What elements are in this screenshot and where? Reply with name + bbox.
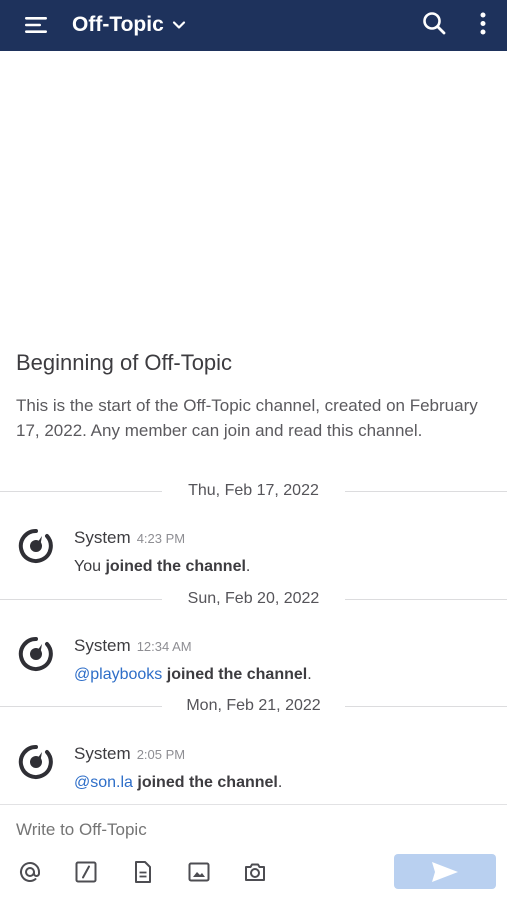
- author-name: System: [74, 744, 131, 763]
- post-item: System 2:05 PM @son.la joined the channel…: [0, 744, 507, 804]
- at-mention-icon[interactable]: [18, 860, 42, 884]
- post-item: System 4:23 PM You joined the channel.: [0, 528, 507, 588]
- composer-divider: [0, 804, 507, 805]
- file-attach-icon[interactable]: [131, 860, 155, 884]
- message-action: joined the channel: [166, 666, 308, 683]
- date-separator: Thu, Feb 17, 2022: [0, 480, 507, 504]
- channel-intro-text: This is the start of the Off-Topic chann…: [16, 396, 478, 440]
- image-icon[interactable]: [187, 860, 211, 884]
- separator-line: [345, 599, 507, 600]
- channel-title: Off-Topic: [72, 13, 164, 36]
- author-name: System: [74, 636, 131, 655]
- hamburger-icon[interactable]: [22, 11, 50, 39]
- date-separator: Sun, Feb 20, 2022: [0, 588, 507, 612]
- message-input[interactable]: [16, 820, 376, 840]
- post-item: System 12:34 AM @playbooks joined the cha…: [0, 636, 507, 696]
- send-button[interactable]: [394, 854, 496, 889]
- post-message: @son.la joined the channel.: [74, 774, 282, 792]
- message-suffix: .: [277, 774, 283, 791]
- date-separator: Mon, Feb 21, 2022: [0, 695, 507, 719]
- post-author[interactable]: System 2:05 PM: [74, 744, 185, 764]
- system-avatar-icon[interactable]: [18, 744, 54, 780]
- post-time: 12:34 AM: [136, 639, 192, 654]
- more-vertical-icon[interactable]: [475, 10, 491, 38]
- system-avatar-icon[interactable]: [18, 636, 54, 672]
- message-prefix: You: [74, 558, 101, 575]
- post-message: You joined the channel.: [74, 558, 250, 576]
- separator-line: [345, 706, 507, 707]
- message-action: joined the channel: [137, 774, 278, 791]
- post-time: 2:05 PM: [136, 747, 186, 762]
- message-suffix: .: [245, 558, 251, 575]
- message-suffix: .: [307, 666, 312, 683]
- channel-title-button[interactable]: Off-Topic: [72, 8, 186, 42]
- post-author[interactable]: System 4:23 PM: [74, 528, 185, 548]
- message-action: joined the channel: [105, 558, 246, 575]
- chevron-down-icon: [172, 21, 185, 29]
- channel-intro-title: Beginning of Off-Topic: [16, 350, 233, 375]
- slash-command-icon[interactable]: [74, 860, 98, 884]
- channel-header: Off-Topic: [0, 0, 507, 51]
- system-avatar-icon[interactable]: [18, 528, 54, 564]
- separator-line: [345, 491, 507, 492]
- post-message: @playbooks joined the channel.: [74, 666, 312, 684]
- camera-icon[interactable]: [243, 860, 267, 884]
- author-name: System: [74, 528, 131, 547]
- send-icon: [432, 861, 458, 882]
- user-mention-link[interactable]: @son.la: [74, 774, 133, 791]
- user-mention-link[interactable]: @playbooks: [74, 666, 162, 683]
- post-time: 4:23 PM: [136, 531, 186, 546]
- post-author[interactable]: System 12:34 AM: [74, 636, 192, 656]
- search-icon[interactable]: [421, 10, 447, 36]
